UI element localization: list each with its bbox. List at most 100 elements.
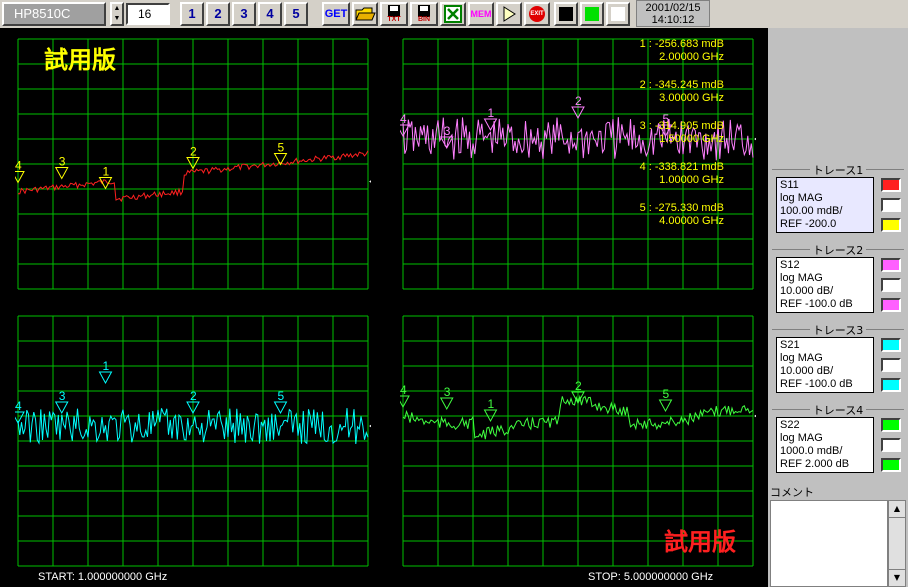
trace-format: log MAG bbox=[780, 192, 823, 204]
marker-readout-2: 2 : -345.245 mdB 3.00000 GHz bbox=[606, 79, 724, 105]
start-frequency: START: 1.000000000 GHz bbox=[38, 571, 168, 583]
marker-number: 2 bbox=[190, 389, 197, 403]
trace-group-4[interactable]: トレース4 S22 log MAG 1000.0 mdB/ REF 2.000 … bbox=[768, 402, 908, 482]
trace-param: S11 bbox=[780, 179, 799, 191]
save-txt-button[interactable]: TXT bbox=[380, 2, 408, 26]
trace-color-swatch[interactable] bbox=[881, 258, 901, 272]
txt-label: TXT bbox=[387, 16, 401, 23]
spin-up-icon[interactable]: ▲ bbox=[114, 5, 121, 12]
grid-s11: 1 2 3 4 5 bbox=[15, 38, 371, 290]
scroll-down-icon[interactable]: ▼ bbox=[889, 569, 905, 586]
excel-button[interactable] bbox=[440, 2, 466, 26]
channel-button-4[interactable]: 4 bbox=[258, 2, 282, 26]
marker-triangle bbox=[15, 171, 25, 184]
trace-format: log MAG bbox=[780, 352, 823, 364]
trace-scale: 100.00 mdB/ bbox=[780, 205, 843, 217]
marker-triangle bbox=[439, 397, 454, 411]
play-button[interactable] bbox=[496, 2, 522, 26]
marker-value: -345.245 mdB bbox=[654, 79, 724, 91]
mem-button[interactable]: MEM bbox=[468, 2, 494, 26]
marker-number: 1 bbox=[488, 397, 495, 411]
marker-id: 3 : bbox=[639, 120, 652, 132]
stop-frequency: STOP: 5.000000000 GHz bbox=[588, 571, 714, 583]
trace-title: トレース1 bbox=[768, 162, 908, 178]
trace-color-swatch[interactable] bbox=[881, 178, 901, 192]
open-folder-button[interactable] bbox=[352, 2, 378, 26]
play-icon bbox=[503, 6, 516, 22]
trace-param: S22 bbox=[780, 419, 800, 431]
exit-label: EXIT bbox=[530, 11, 544, 17]
trace-ref: REF -200.0 bbox=[780, 218, 837, 230]
trace-param: S21 bbox=[780, 339, 800, 351]
date-label: 2001/02/15 bbox=[645, 2, 701, 14]
marker-triangle bbox=[54, 167, 69, 180]
trace-color-swatch[interactable] bbox=[881, 278, 901, 292]
scroll-up-icon[interactable]: ▲ bbox=[889, 501, 905, 518]
trace-color-swatch[interactable] bbox=[881, 438, 901, 452]
marker-number: 1 bbox=[488, 106, 495, 120]
channel-button-5[interactable]: 5 bbox=[284, 2, 308, 26]
trace-group-3[interactable]: トレース3 S21 log MAG 10.000 dB/ REF -100.0 … bbox=[768, 322, 908, 402]
trace-color-swatch[interactable] bbox=[881, 218, 901, 232]
marker-freq: 1.00000 GHz bbox=[659, 174, 724, 186]
trace-info: S22 log MAG 1000.0 mdB/ REF 2.000 dB bbox=[776, 417, 874, 473]
color-button-green[interactable] bbox=[580, 2, 604, 26]
trace-info: S11 log MAG 100.00 mdB/ REF -200.0 bbox=[776, 177, 874, 233]
marker-freq: 4.00000 GHz bbox=[659, 215, 724, 227]
comment-textarea[interactable] bbox=[770, 500, 888, 587]
trace-info: S12 log MAG 10.000 dB/ REF -100.0 dB bbox=[776, 257, 874, 313]
averaging-input[interactable]: 16 bbox=[126, 3, 170, 25]
marker-value: -314.905 mdB bbox=[654, 120, 724, 132]
grid-s21: 1 2 3 4 5 bbox=[15, 315, 371, 567]
trial-watermark: 試用版 bbox=[44, 46, 116, 74]
color-button-black[interactable] bbox=[554, 2, 578, 26]
trace-color-swatch[interactable] bbox=[881, 298, 901, 312]
trace-group-2[interactable]: トレース2 S12 log MAG 10.000 dB/ REF -100.0 … bbox=[768, 242, 908, 322]
color-swatch bbox=[559, 7, 573, 21]
channel-button-1[interactable]: 1 bbox=[180, 2, 204, 26]
marker-triangle bbox=[273, 401, 288, 415]
marker-value: -256.683 mdB bbox=[654, 38, 724, 50]
spin-down-icon[interactable]: ▼ bbox=[114, 15, 121, 22]
trace-title: トレース2 bbox=[768, 242, 908, 258]
marker-value: -338.821 mdB bbox=[654, 161, 724, 173]
reference-marker bbox=[369, 424, 371, 428]
exit-button[interactable]: EXIT bbox=[524, 2, 550, 26]
get-button[interactable]: GET bbox=[322, 2, 350, 26]
trace-format: log MAG bbox=[780, 432, 823, 444]
trace-color-swatch[interactable] bbox=[881, 198, 901, 212]
trace-param: S12 bbox=[780, 259, 800, 271]
marker-number: 2 bbox=[575, 94, 582, 108]
averaging-spinner[interactable]: ▲ ▼ bbox=[110, 2, 124, 26]
channel-button-3[interactable]: 3 bbox=[232, 2, 256, 26]
marker-number: 3 bbox=[59, 155, 66, 169]
comment-label: コメント bbox=[770, 486, 814, 499]
trace-info: S21 log MAG 10.000 dB/ REF -100.0 dB bbox=[776, 337, 874, 393]
marker-id: 4 : bbox=[639, 161, 652, 173]
trace-color-swatch[interactable] bbox=[881, 418, 901, 432]
save-bin-button[interactable]: BIN bbox=[410, 2, 438, 26]
trace-scale: 10.000 dB/ bbox=[780, 285, 834, 297]
color-swatch bbox=[611, 7, 625, 21]
trace-color-swatch[interactable] bbox=[881, 338, 901, 352]
trace-ref: REF -100.0 dB bbox=[780, 298, 853, 310]
trial-watermark: 試用版 bbox=[664, 528, 736, 556]
trace-group-1[interactable]: トレース1 S11 log MAG 100.00 mdB/ REF -200.0 bbox=[768, 162, 908, 242]
time-label: 14:10:12 bbox=[651, 14, 695, 26]
model-button[interactable]: HP8510C bbox=[2, 2, 106, 26]
comment-scrollbar[interactable]: ▲ ▼ bbox=[888, 500, 906, 587]
marker-id: 5 : bbox=[639, 202, 652, 214]
trace-scale: 1000.0 mdB/ bbox=[780, 445, 843, 457]
trace-color-swatch[interactable] bbox=[881, 458, 901, 472]
trace-color-swatch[interactable] bbox=[881, 378, 901, 392]
trace-ref: REF -100.0 dB bbox=[780, 378, 853, 390]
trace-color-swatch[interactable] bbox=[881, 358, 901, 372]
trace-format: log MAG bbox=[780, 272, 823, 284]
marker-triangle bbox=[54, 401, 69, 415]
marker-triangle bbox=[658, 399, 673, 413]
trace-title: トレース3 bbox=[768, 322, 908, 338]
channel-button-2[interactable]: 2 bbox=[206, 2, 230, 26]
trace-title: トレース4 bbox=[768, 402, 908, 418]
color-button-white[interactable] bbox=[606, 2, 630, 26]
color-swatch bbox=[585, 7, 599, 21]
